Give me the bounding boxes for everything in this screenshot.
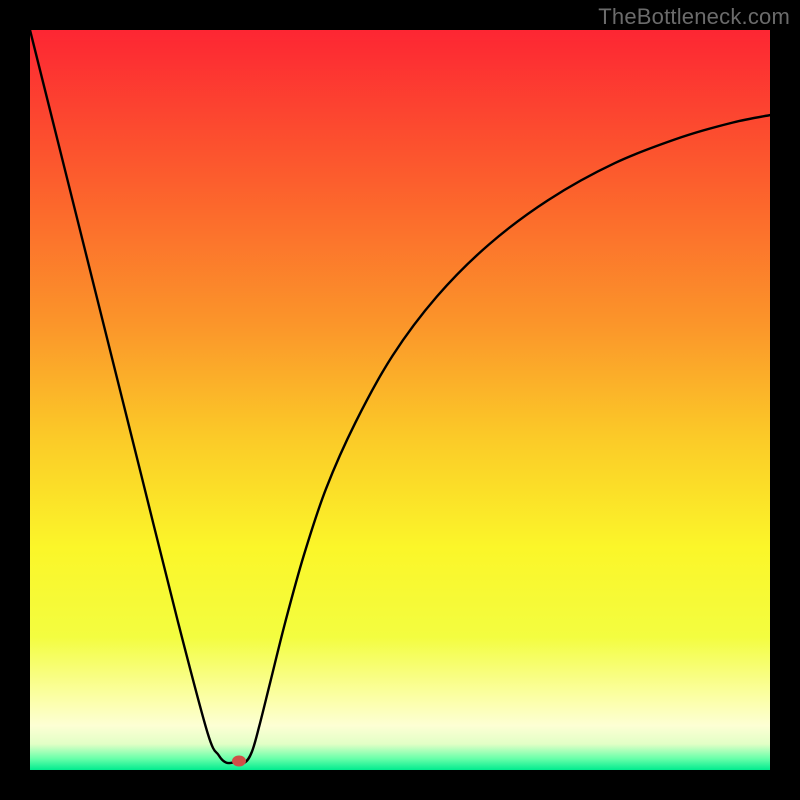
bottleneck-curve (30, 30, 770, 770)
plot-area (30, 30, 770, 770)
minimum-marker (232, 756, 246, 767)
watermark-text: TheBottleneck.com (598, 4, 790, 30)
chart-frame: TheBottleneck.com (0, 0, 800, 800)
